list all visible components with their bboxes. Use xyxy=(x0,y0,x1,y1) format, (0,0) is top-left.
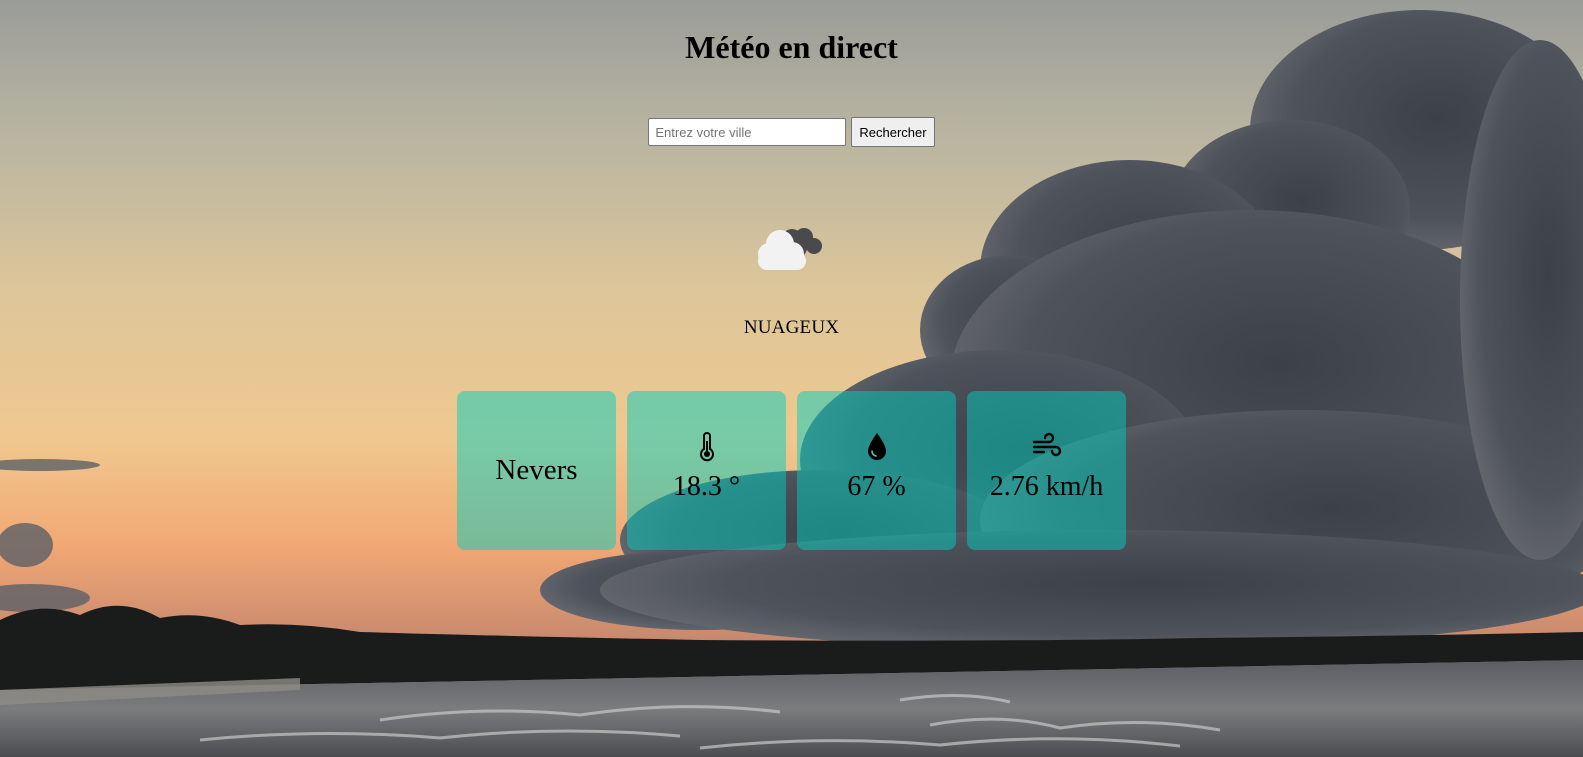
city-search-input[interactable] xyxy=(648,118,847,146)
humidity-value: 67 % xyxy=(847,470,906,502)
main-content: Météo en direct Rechercher NUAGEUX Never… xyxy=(0,0,1583,757)
temperature-card: 18.3 ° xyxy=(627,391,786,550)
weather-cards: Nevers 18.3 ° 67 % 2.76 km/h xyxy=(457,391,1126,550)
city-name: Nevers xyxy=(495,454,578,486)
wind-card: 2.76 km/h xyxy=(967,391,1126,550)
wind-icon xyxy=(1032,432,1061,456)
thermometer-icon xyxy=(699,431,714,461)
search-button[interactable]: Rechercher xyxy=(851,117,935,147)
water-drop-icon xyxy=(867,432,886,460)
wind-value: 2.76 km/h xyxy=(989,470,1104,502)
humidity-card: 67 % xyxy=(797,391,956,550)
city-card: Nevers xyxy=(457,391,616,550)
weather-condition: NUAGEUX xyxy=(743,317,840,338)
search-form: Rechercher xyxy=(0,117,1583,147)
page-title: Météo en direct xyxy=(685,29,898,65)
cloudy-icon xyxy=(752,222,826,272)
temperature-value: 18.3 ° xyxy=(672,470,741,502)
